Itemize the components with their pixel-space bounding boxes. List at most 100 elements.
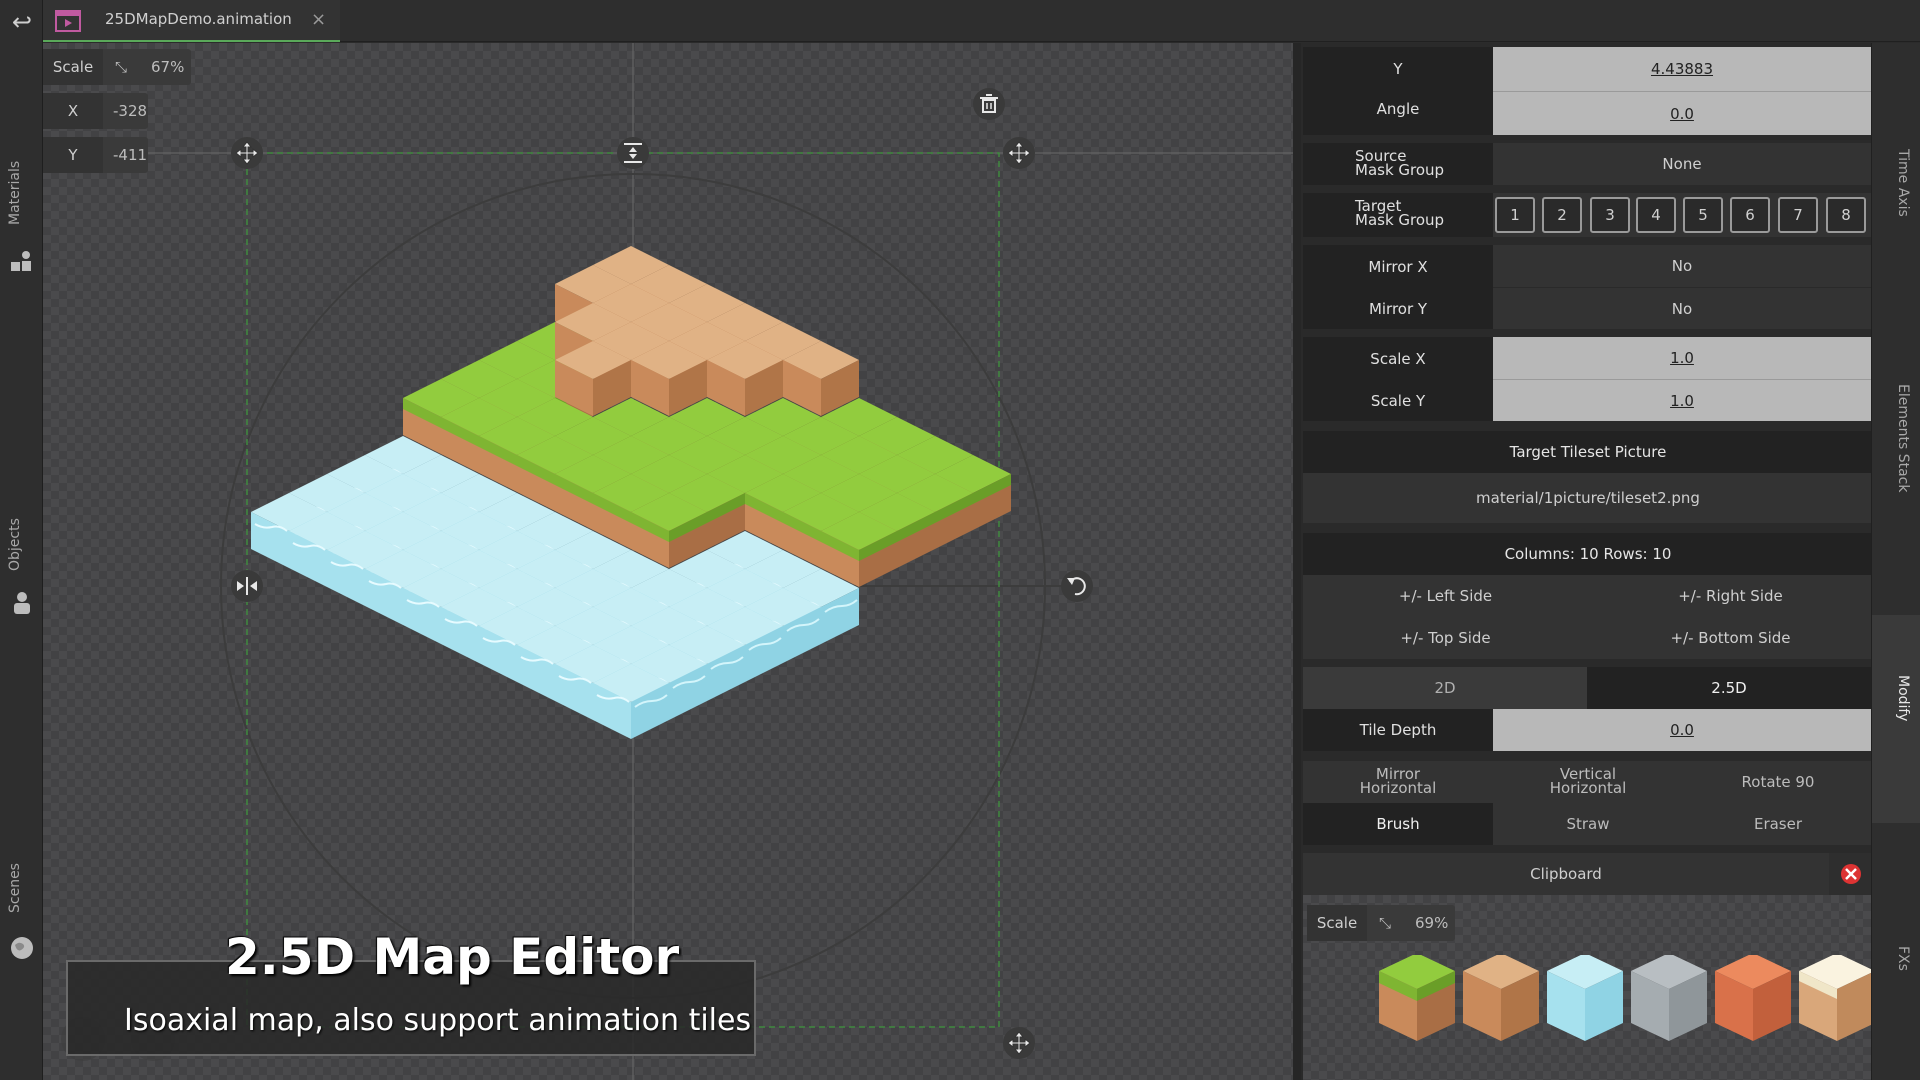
panel-divider[interactable]	[1293, 43, 1301, 1080]
tileset-path[interactable]: material/1picture/tileset2.png	[1303, 473, 1871, 523]
y-label: Y	[43, 137, 103, 173]
palette-tile-stone[interactable]	[1631, 955, 1707, 1041]
fxs-tab[interactable]: FXs	[1881, 933, 1911, 983]
mask-button-7[interactable]: 7	[1778, 197, 1818, 233]
tab-bar: 25DMapDemo.animation ×	[43, 0, 1920, 42]
palette-tile-brick[interactable]	[1715, 955, 1791, 1041]
right-side-button[interactable]: +/- Right Side	[1588, 575, 1871, 617]
vertical-horizontal-button[interactable]: Vertical Horizontal	[1493, 761, 1683, 803]
palette-tile-grass[interactable]	[1379, 955, 1455, 1041]
mask-button-2[interactable]: 2	[1542, 197, 1582, 233]
move-handle-icon[interactable]	[1003, 137, 1035, 169]
scale-label: Scale	[43, 49, 103, 85]
tile-depth-row: Tile Depth 0.0	[1303, 709, 1871, 751]
palette-tile-snow[interactable]	[1799, 955, 1871, 1041]
app-window: ↩ Materials Objects Scenes 25DMapDemo.an…	[0, 0, 1920, 1080]
objects-icon[interactable]	[9, 590, 35, 616]
map-scene	[43, 43, 1293, 1080]
canvas-y-readout[interactable]: Y -411	[43, 137, 148, 173]
scale-x-label: Scale X	[1303, 345, 1493, 373]
scenes-tab[interactable]: Scenes	[7, 858, 37, 918]
modify-panel: Y Angle 4.43883 0.0 Source Mask Group No…	[1301, 43, 1871, 1080]
palette-tiles[interactable]	[1303, 955, 1871, 1075]
map-canvas[interactable]: Scale ⤡ 67% X -328 Y -411	[43, 43, 1293, 1080]
tile-palette[interactable]: Scale ⤡ 69%	[1303, 895, 1871, 1080]
bottom-side-button[interactable]: +/- Bottom Side	[1588, 617, 1871, 659]
scale-y-field[interactable]: 1.0	[1493, 379, 1871, 421]
objects-tab[interactable]: Objects	[7, 510, 37, 580]
resize-icon: ⤡	[1379, 905, 1391, 941]
tile-grid	[251, 246, 1011, 739]
tileset-header: Target Tileset Picture	[1303, 431, 1871, 473]
brush-button[interactable]: Brush	[1303, 803, 1493, 845]
mirror-horizontal-button[interactable]: Mirror Horizontal	[1303, 761, 1493, 803]
palette-tile-dirt[interactable]	[1463, 955, 1539, 1041]
mask-button-4[interactable]: 4	[1636, 197, 1676, 233]
trash-icon[interactable]	[973, 88, 1005, 120]
mirror-x-value[interactable]: No	[1493, 245, 1871, 287]
palette-scale-label: Scale	[1307, 905, 1367, 941]
caption-title: 2.5D Map Editor	[225, 928, 679, 986]
close-icon[interactable]: ×	[311, 9, 326, 30]
mode-toggle: 2D 2.5D	[1303, 667, 1871, 709]
x-label: X	[43, 93, 103, 129]
palette-scale-value: 69%	[1415, 905, 1448, 941]
clipboard-bar: Clipboard	[1303, 853, 1871, 895]
palette-scale-readout[interactable]: Scale ⤡ 69%	[1307, 905, 1455, 941]
source-mask-row: Source Mask Group None	[1303, 143, 1871, 185]
mirror-y-value[interactable]: No	[1493, 287, 1871, 329]
target-mask-label-2: Mask Group	[1355, 211, 1444, 229]
right-toolbar: Time Axis Elements Stack Modify FXs	[1871, 43, 1920, 1080]
elements-stack-tab[interactable]: Elements Stack	[1881, 373, 1911, 503]
mirror-group: Mirror X Mirror Y No No	[1303, 245, 1871, 329]
rotate-handle-icon[interactable]	[1061, 570, 1093, 602]
mask-button-6[interactable]: 6	[1730, 197, 1770, 233]
grid-info: Columns: 10 Rows: 10	[1303, 533, 1871, 575]
globe-icon[interactable]	[9, 935, 35, 961]
angle-field[interactable]: 0.0	[1493, 91, 1871, 135]
y-label: Y	[1303, 55, 1493, 83]
mode-25d-button[interactable]: 2.5D	[1587, 667, 1871, 709]
tile-depth-field[interactable]: 0.0	[1493, 709, 1871, 751]
clear-clipboard-icon[interactable]	[1840, 863, 1862, 885]
move-handle-icon[interactable]	[1003, 1027, 1035, 1059]
materials-icon[interactable]	[9, 248, 35, 274]
side-adjust-group: +/- Left Side +/- Right Side +/- Top Sid…	[1303, 575, 1871, 659]
scale-x-field[interactable]: 1.0	[1493, 337, 1871, 379]
tab-animation[interactable]: 25DMapDemo.animation ×	[43, 0, 340, 42]
left-toolbar: ↩ Materials Objects Scenes	[0, 0, 43, 1080]
mirror-y-label: Mirror Y	[1303, 295, 1493, 323]
caption-subtitle: Isoaxial map, also support animation til…	[124, 1003, 751, 1038]
canvas-scale-readout[interactable]: Scale ⤡ 67%	[43, 49, 191, 85]
mask-button-3[interactable]: 3	[1590, 197, 1630, 233]
straw-button[interactable]: Straw	[1493, 803, 1683, 845]
materials-tab[interactable]: Materials	[7, 158, 37, 228]
mask-button-5[interactable]: 5	[1683, 197, 1723, 233]
move-handle-icon[interactable]	[231, 137, 263, 169]
canvas-x-readout[interactable]: X -328	[43, 93, 148, 129]
scale-horizontal-handle-icon[interactable]	[231, 570, 263, 602]
target-mask-row: Target Mask Group 1 2 3 4 5 6 7 8	[1303, 193, 1871, 237]
clipboard-label[interactable]: Clipboard	[1303, 853, 1829, 895]
y-field[interactable]: 4.43883	[1493, 47, 1871, 91]
mask-button-8[interactable]: 8	[1826, 197, 1866, 233]
left-side-button[interactable]: +/- Left Side	[1303, 575, 1588, 617]
source-mask-label-2: Mask Group	[1355, 161, 1444, 179]
tool-group: Mirror Horizontal Vertical Horizontal Ro…	[1303, 761, 1871, 845]
target-mask-buttons: 1 2 3 4 5 6 7 8	[1493, 193, 1871, 237]
mode-2d-button[interactable]: 2D	[1303, 667, 1587, 709]
mask-button-1[interactable]: 1	[1495, 197, 1535, 233]
back-arrow-icon[interactable]: ↩	[8, 8, 36, 36]
top-side-button[interactable]: +/- Top Side	[1303, 617, 1588, 659]
source-mask-value[interactable]: None	[1493, 143, 1871, 185]
modify-tab[interactable]: Modify	[1881, 663, 1911, 733]
palette-tile-water[interactable]	[1547, 955, 1623, 1041]
scale-value: 67%	[151, 49, 184, 85]
rotate-90-button[interactable]: Rotate 90	[1683, 761, 1871, 803]
scale-vertical-handle-icon[interactable]	[617, 137, 649, 169]
scale-group: Scale X Scale Y 1.0 1.0	[1303, 337, 1871, 421]
eraser-button[interactable]: Eraser	[1683, 803, 1871, 845]
angle-label: Angle	[1303, 95, 1493, 123]
position-group: Y Angle 4.43883 0.0	[1303, 47, 1871, 135]
time-axis-tab[interactable]: Time Axis	[1881, 138, 1911, 228]
